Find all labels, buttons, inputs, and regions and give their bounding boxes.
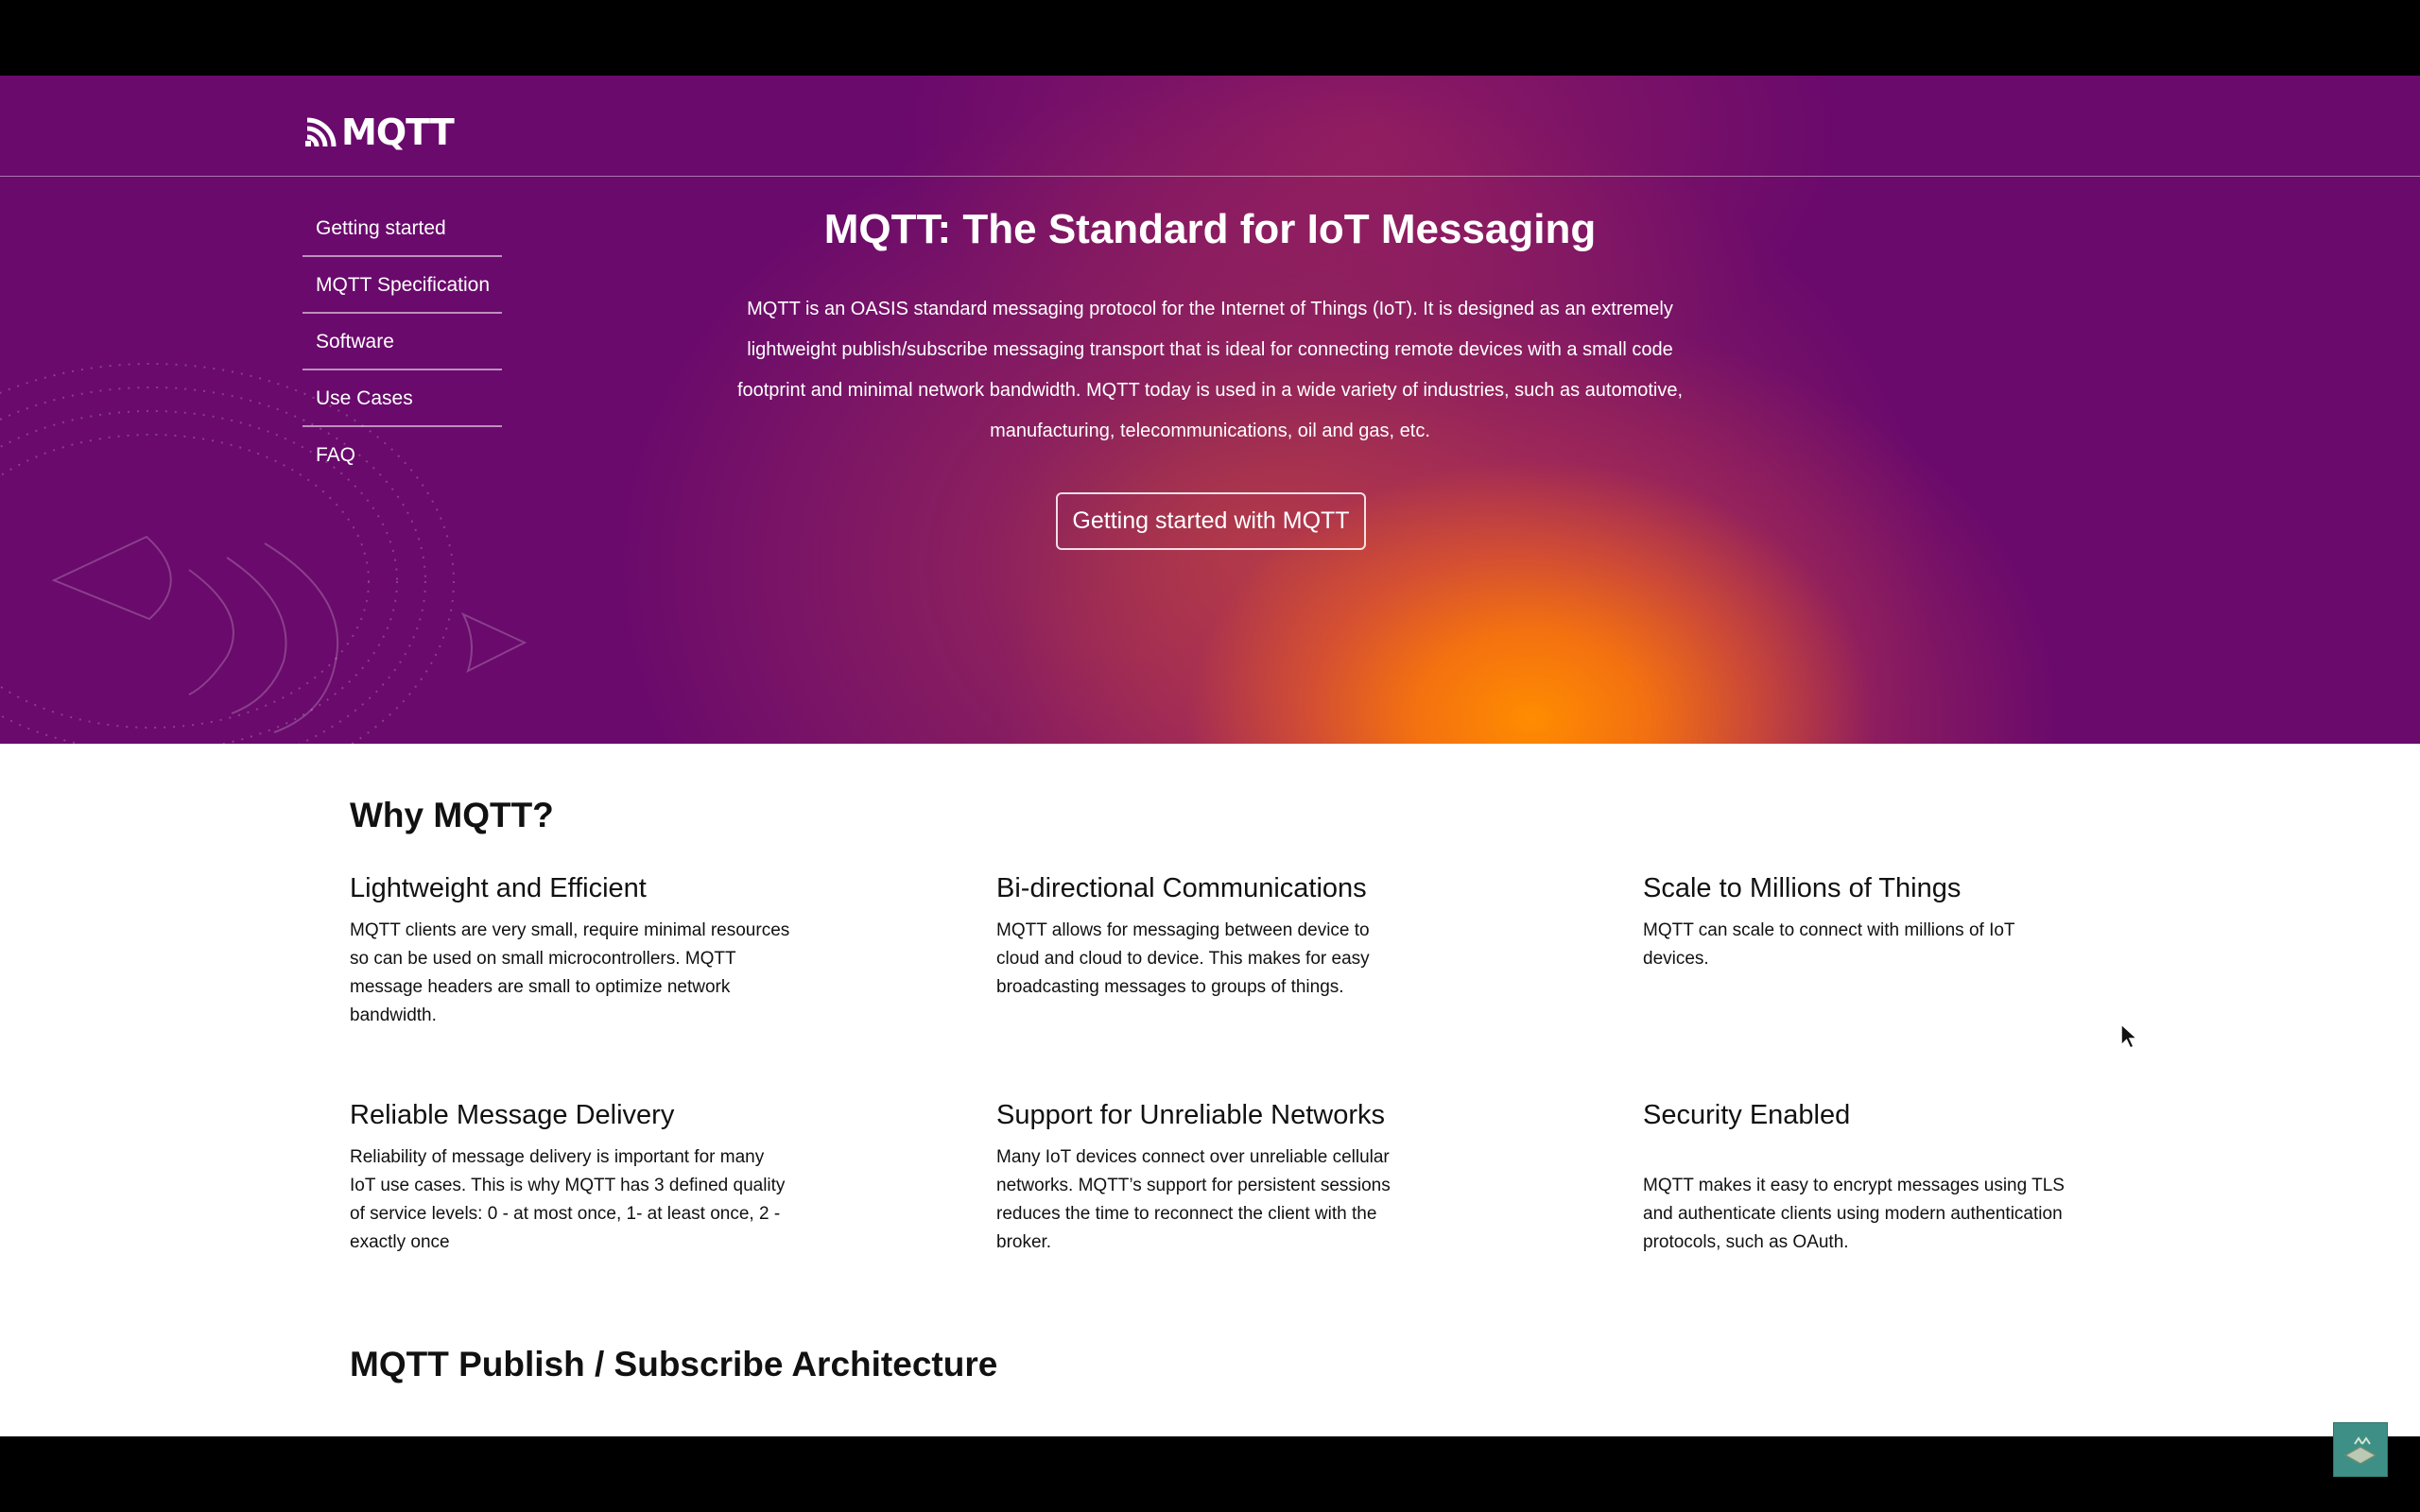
- layers-icon: [2343, 1436, 2377, 1465]
- hero-title: MQTT: The Standard for IoT Messaging: [823, 206, 1597, 252]
- mouse-cursor-icon: [2120, 1022, 2139, 1049]
- feature-text: MQTT clients are very small, require min…: [350, 920, 790, 1025]
- scroll-to-top-button[interactable]: [2333, 1422, 2388, 1477]
- top-navbar: MQTT: [0, 76, 2420, 177]
- feature-title: Support for Unreliable Networks: [996, 1100, 1386, 1130]
- site-logo[interactable]: MQTT: [305, 112, 455, 153]
- feature-title: Security Enabled: [1643, 1100, 1851, 1130]
- feature-title: Bi-directional Communications: [996, 873, 1367, 903]
- logo-text: MQTT: [341, 112, 455, 153]
- signal-waves-icon: [305, 117, 337, 147]
- section-title-architecture: MQTT Publish / Subscribe Architecture: [350, 1345, 998, 1383]
- feature-text: MQTT makes it easy to encrypt messages u…: [1643, 1176, 2065, 1252]
- feature-title: Reliable Message Delivery: [350, 1100, 675, 1130]
- feature-card: Support for Unreliable Networks Many IoT…: [996, 1098, 1450, 1257]
- feature-title: Lightweight and Efficient: [350, 873, 647, 903]
- hero-section: MQTT Getting started MQTT Specification …: [0, 76, 2420, 799]
- section-title-why-mqtt: Why MQTT?: [350, 796, 554, 834]
- getting-started-button[interactable]: Getting started with MQTT: [1056, 492, 1366, 550]
- feature-card: Reliable Message Delivery Reliability of…: [350, 1098, 804, 1257]
- sidebar-item-software[interactable]: Software: [302, 316, 502, 370]
- feature-text: MQTT can scale to connect with millions …: [1643, 920, 2015, 969]
- feature-card: Scale to Millions of Things MQTT can sca…: [1643, 871, 2097, 973]
- sidebar-item-mqtt-specification[interactable]: MQTT Specification: [302, 259, 502, 314]
- feature-card: Lightweight and Efficient MQTT clients a…: [350, 871, 804, 1030]
- feature-card: Bi-directional Communications MQTT allow…: [996, 871, 1450, 1002]
- why-mqtt-section: Why MQTT? Lightweight and Efficient MQTT…: [0, 744, 2420, 1436]
- browser-viewport: MQTT Getting started MQTT Specification …: [0, 76, 2420, 1436]
- feature-card: Security Enabled MQTT makes it easy to e…: [1643, 1098, 2097, 1257]
- feature-text: MQTT allows for messaging between device…: [996, 920, 1370, 997]
- feature-text: Reliability of message delivery is impor…: [350, 1147, 786, 1252]
- feature-title: Scale to Millions of Things: [1643, 873, 1962, 903]
- sidebar-item-faq[interactable]: FAQ: [302, 429, 502, 482]
- screen: MQTT Getting started MQTT Specification …: [0, 0, 2420, 1512]
- hero-description: MQTT is an OASIS standard messaging prot…: [736, 299, 1684, 441]
- sidebar-item-use-cases[interactable]: Use Cases: [302, 372, 502, 427]
- feature-text: Many IoT devices connect over unreliable…: [996, 1147, 1391, 1252]
